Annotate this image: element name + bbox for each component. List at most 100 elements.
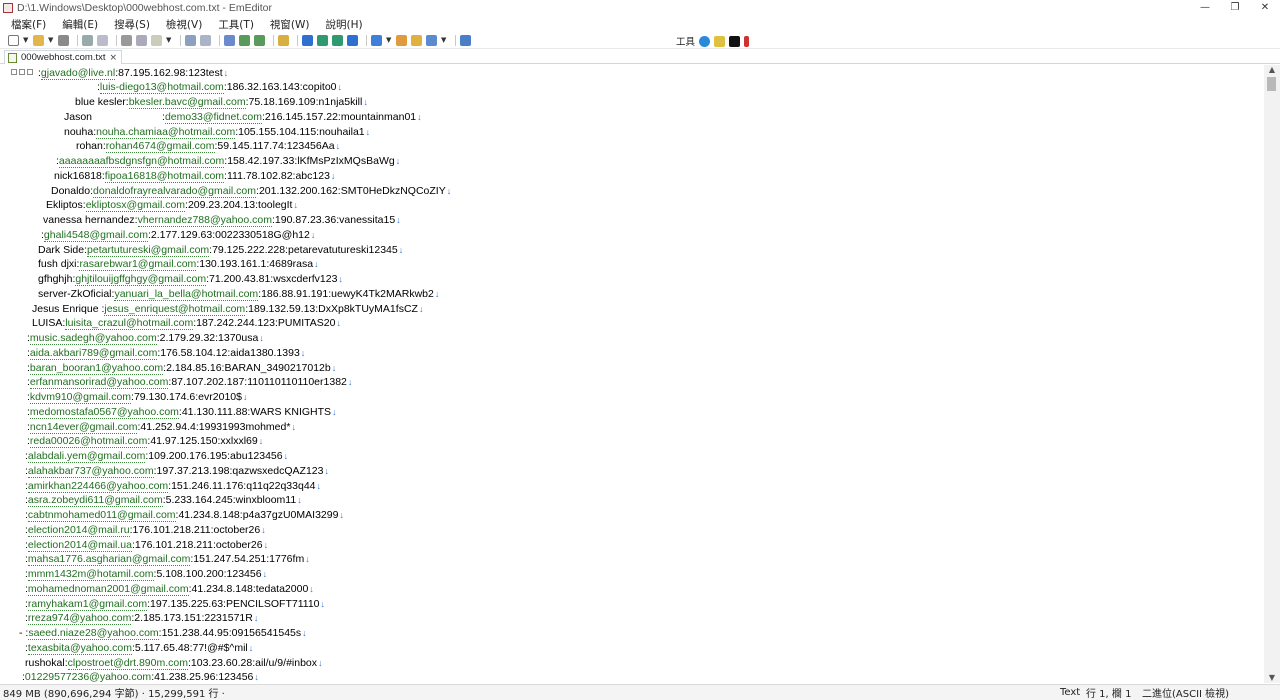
editor-line[interactable]: :election2014@mail.ua:176.101.218.211:oc… [25, 538, 268, 553]
restore-button[interactable]: ❐ [1220, 0, 1250, 15]
email-link[interactable]: election2014@mail.ua [27, 538, 132, 552]
scroll-up-icon[interactable]: ▲ [1264, 65, 1280, 75]
chevron-down-icon[interactable]: ▼ [48, 35, 55, 46]
editor-line[interactable]: - :saeed.niaze28@yahoo.com:151.238.44.95… [19, 626, 307, 641]
editor-line[interactable]: LUISA:luisita_crazul@hotmail.com:187.242… [32, 316, 341, 331]
editor-line[interactable]: gfhghjh:ghjtilouijgffghgy@gmail.com:71.2… [38, 272, 343, 287]
email-link[interactable]: saeed.niaze28@yahoo.com [28, 627, 159, 640]
macro-record-icon[interactable] [396, 35, 407, 46]
email-link[interactable]: aaaaaaaafbsdgnsfgn@hotmail.com [58, 155, 225, 168]
editor-line[interactable]: Jesus Enrique :jesus_enriquest@hotmail.c… [32, 302, 423, 317]
status-encoding[interactable]: 二進位(ASCII 檢視) [1142, 685, 1229, 700]
menu-file[interactable]: 檔案(F) [8, 16, 49, 33]
email-link[interactable]: 01229577236@yahoo.com [24, 671, 152, 683]
email-link[interactable]: texasbita@yahoo.com [27, 641, 132, 655]
editor-line[interactable]: server-ZkOficial:yanuari_la_bella@hotmai… [38, 287, 439, 302]
editor-line[interactable]: nouha:nouha.chamiaa@hotmail.com:105.155.… [64, 125, 370, 140]
editor-line[interactable]: nick16818:fipoa16818@hotmail.com:111.78.… [54, 169, 335, 184]
email-link[interactable]: ncn14ever@gmail.com [29, 420, 138, 434]
chevron-down-icon[interactable]: ▼ [386, 35, 393, 46]
menu-help[interactable]: 說明(H) [323, 16, 366, 33]
open-folder-icon[interactable] [33, 35, 44, 46]
editor-line[interactable]: :mahsa1776.asgharian@gmail.com:151.247.5… [25, 552, 310, 567]
copy-icon[interactable] [136, 35, 147, 46]
scroll-down-icon[interactable]: ▼ [1264, 673, 1280, 683]
email-link[interactable]: mohamednoman2001@gmail.com [27, 582, 189, 596]
status-cursor-position[interactable]: 行 1, 欄 1 [1086, 685, 1131, 700]
editor-line[interactable]: :kdvm910@gmail.com:79.130.174.6:evr2010$… [27, 390, 247, 405]
editor-line[interactable]: :luis-diego13@hotmail.com:186.32.163.143… [97, 80, 342, 95]
print-preview-icon[interactable] [97, 35, 108, 46]
undo-icon[interactable] [185, 35, 196, 46]
chevron-down-icon[interactable]: ▼ [166, 35, 173, 46]
close-button[interactable]: ✕ [1250, 0, 1280, 15]
editor-line[interactable]: fush djxi:rasarebwar1@gmail.com:130.193.… [38, 257, 319, 272]
editor-line[interactable]: :ncn14ever@gmail.com:41.252.94.4:1993199… [27, 420, 296, 435]
email-link[interactable]: rohan4674@gmail.com [105, 140, 215, 154]
email-link[interactable]: luisita_crazul@hotmail.com [65, 317, 194, 331]
email-link[interactable]: kdvm910@gmail.com [29, 391, 132, 404]
editor-line[interactable]: :asra.zobeydi611@gmail.com:5.233.164.245… [25, 493, 302, 508]
plugins-icon[interactable] [460, 35, 471, 46]
email-link[interactable]: alabdali.yem@gmail.com [27, 450, 146, 463]
email-link[interactable]: ramyhakam1@gmail.com [27, 597, 148, 611]
editor-line[interactable]: :baran_booran1@yahoo.com:2.184.85.16:BAR… [27, 361, 336, 376]
web-browser-icon[interactable] [699, 35, 711, 47]
tab-file[interactable]: 000webhost.com.txt × [4, 50, 123, 64]
email-link[interactable]: ghjtilouijgffghgy@gmail.com [75, 273, 207, 286]
editor-line[interactable]: :alabdali.yem@gmail.com:109.200.176.195:… [25, 449, 288, 464]
email-link[interactable]: mmm1432m@hotamil.com [27, 568, 154, 581]
wrap-by-page-icon[interactable] [347, 35, 358, 46]
editor-line[interactable]: :01229577236@yahoo.com:41.238.25.96:1234… [22, 670, 259, 683]
redo-icon[interactable] [200, 35, 211, 46]
email-link[interactable]: petartutureski@gmail.com [87, 243, 210, 257]
cut-icon[interactable] [121, 35, 132, 46]
email-link[interactable]: alahakbar737@yahoo.com [27, 464, 154, 478]
wrap-by-chars-icon[interactable] [317, 35, 328, 46]
email-link[interactable]: baran_booran1@yahoo.com [29, 361, 164, 375]
editor-line[interactable]: :mmm1432m@hotamil.com:5.108.100.200:1234… [25, 567, 267, 582]
email-link[interactable]: rasarebwar1@gmail.com [79, 258, 197, 272]
notepad-icon[interactable] [714, 35, 726, 47]
email-link[interactable]: medomostafa0567@yahoo.com [29, 405, 179, 419]
minimize-button[interactable]: — [1190, 0, 1220, 15]
editor-line[interactable]: :cabtnmohamed011@gmail.com:41.234.8.148:… [25, 508, 344, 523]
email-link[interactable]: cabtnmohamed011@gmail.com [27, 509, 176, 522]
save-icon[interactable] [58, 35, 69, 46]
email-link[interactable]: reda00026@hotmail.com [29, 435, 148, 449]
editor-line[interactable]: vanessa hernandez:vhernandez788@yahoo.co… [43, 213, 401, 228]
email-link[interactable]: rreza974@yahoo.com [27, 612, 132, 626]
menu-search[interactable]: 搜尋(S) [111, 16, 153, 33]
email-link[interactable]: luis-diego13@hotmail.com [99, 81, 224, 95]
editor-line[interactable]: :alahakbar737@yahoo.com:197.37.213.198:q… [25, 464, 329, 479]
email-link[interactable]: election2014@mail.ru [27, 523, 130, 537]
email-link[interactable]: nouha.chamiaa@hotmail.com [96, 125, 236, 139]
editor-line[interactable]: :amirkhan224466@yahoo.com:151.246.11.176… [25, 479, 321, 494]
email-link[interactable]: erfanmansorirad@yahoo.com [29, 376, 169, 390]
editor-line[interactable]: :ramyhakam1@gmail.com:197.135.225.63:PEN… [25, 597, 325, 612]
email-link[interactable]: donaldofrayrealvarado@gmail.com [93, 184, 257, 198]
find-next-icon[interactable] [239, 35, 250, 46]
editor-line[interactable]: :ghali4548@gmail.com:2.177.129.63:002233… [41, 228, 315, 243]
command-prompt-icon[interactable] [729, 35, 741, 47]
highlight-icon[interactable] [278, 35, 289, 46]
editor-line[interactable]: :mohamednoman2001@gmail.com:41.234.8.148… [25, 582, 314, 597]
email-link[interactable]: vhernandez788@yahoo.com [137, 214, 272, 227]
scroll-thumb[interactable] [1267, 77, 1276, 91]
editor-line[interactable]: :music.sadegh@yahoo.com:2.179.29.32:1370… [27, 331, 264, 346]
editor-line[interactable]: :reda00026@hotmail.com:41.97.125.150:xxl… [27, 434, 263, 449]
editor-line[interactable]: :aida.akbari789@gmail.com:176.58.104.12:… [27, 346, 305, 361]
editor-line[interactable]: :medomostafa0567@yahoo.com:41.130.111.88… [27, 405, 337, 420]
menu-tools[interactable]: 工具(T) [215, 16, 257, 33]
marker-icon[interactable] [744, 35, 750, 47]
menu-window[interactable]: 視窗(W) [267, 16, 313, 33]
email-link[interactable]: ekliptosx@gmail.com [85, 199, 186, 213]
paste-icon[interactable] [151, 35, 162, 46]
editor-line[interactable]: rushokal:clpostroet@drt.890m.com:103.23.… [25, 656, 323, 671]
editor-line[interactable]: Ekliptos:ekliptosx@gmail.com:209.23.204.… [46, 198, 298, 213]
editor-line[interactable]: Jason :demo33@fidnet.com:216.145.157.22:… [64, 110, 422, 125]
editor-line[interactable]: rohan:rohan4674@gmail.com:59.145.117.74:… [76, 139, 340, 154]
editor-line[interactable]: blue kesler:bkesler.bavc@gmail.com:75.18… [75, 95, 368, 110]
wrap-none-icon[interactable] [302, 35, 313, 46]
email-link[interactable]: mahsa1776.asgharian@gmail.com [27, 553, 191, 567]
